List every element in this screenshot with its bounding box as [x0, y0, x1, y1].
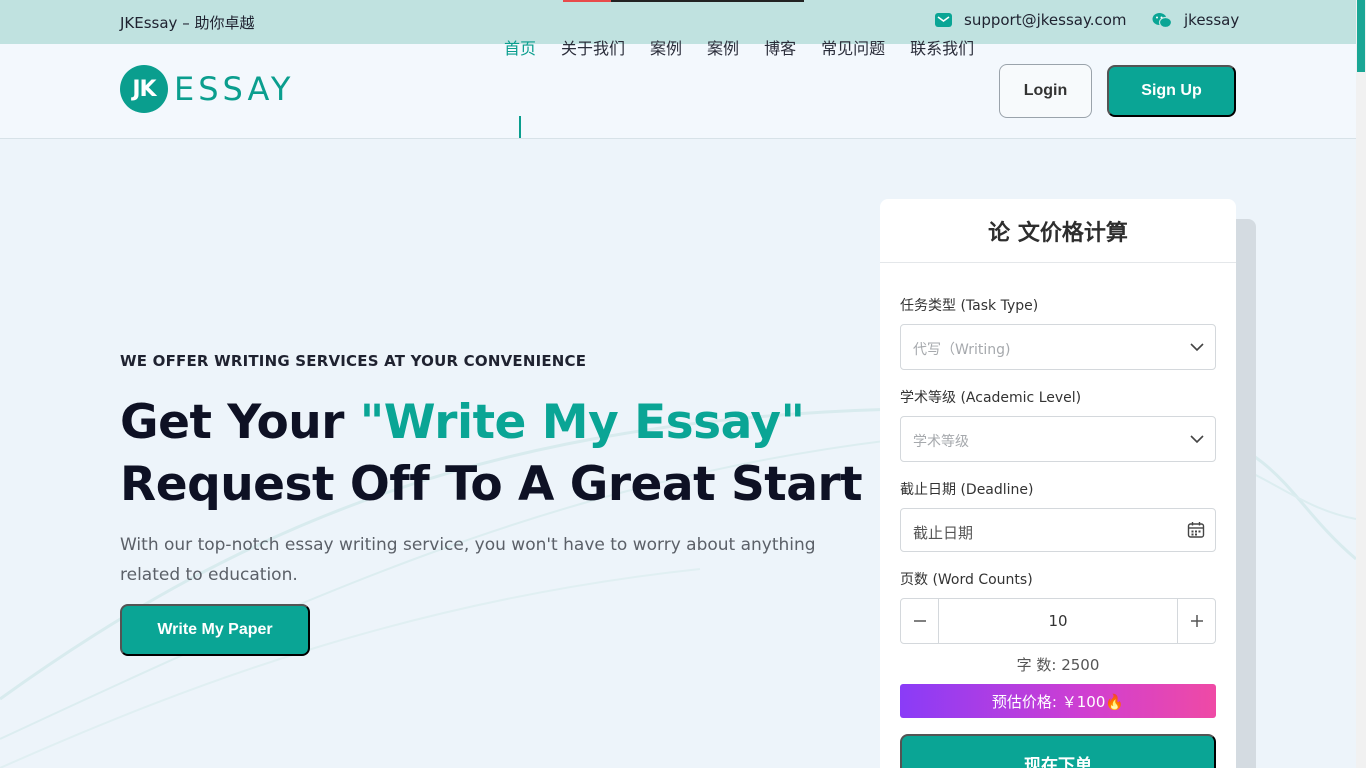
plus-icon	[1190, 615, 1203, 627]
calendar-icon	[1187, 522, 1205, 538]
pages-stepper: 10	[900, 598, 1216, 644]
hero-subtext: With our top-notch essay writing service…	[120, 535, 816, 585]
nav-cases-2[interactable]: 案例	[707, 35, 739, 59]
site-logo[interactable]: JK ESSAY	[120, 65, 294, 113]
wechat-link[interactable]: jkessay	[1152, 11, 1239, 29]
nav-blog[interactable]: 博客	[764, 35, 796, 59]
page-scrollbar[interactable]	[1356, 0, 1366, 768]
signup-button[interactable]: Sign Up	[1107, 65, 1236, 117]
logo-badge: JK	[120, 65, 168, 113]
deadline-placeholder: 截止日期	[913, 524, 974, 542]
pages-label: 页数 (Word Counts)	[900, 572, 1033, 588]
headline-part2: Request Off To A Great Start	[120, 457, 863, 512]
nav-home[interactable]: 首页	[504, 35, 536, 59]
chevron-down-icon	[1190, 343, 1204, 352]
headline-accent: "Write My Essay"	[359, 395, 805, 450]
price-calculator-card: 论 文价格计算 任务类型 (Task Type) 代写（Writing) 学术等…	[880, 199, 1236, 768]
main-nav: 首页 关于我们 案例 案例 博客 常见问题 联系我们	[504, 35, 999, 59]
nav-cases[interactable]: 案例	[650, 35, 682, 59]
increment-button[interactable]	[1177, 599, 1215, 643]
write-my-paper-button[interactable]: Write My Paper	[120, 604, 310, 656]
hero-eyebrow: WE OFFER WRITING SERVICES AT YOUR CONVEN…	[120, 352, 587, 370]
card-shadow	[1236, 219, 1256, 768]
pages-value[interactable]: 10	[939, 599, 1177, 643]
deadline-label: 截止日期 (Deadline)	[900, 482, 1034, 498]
scrollbar-thumb[interactable]	[1357, 0, 1365, 72]
wechat-icon	[1152, 12, 1172, 28]
academic-level-select[interactable]: 学术等级	[900, 416, 1216, 462]
headline-part1: Get Your	[120, 395, 360, 450]
top-tagline: JKEssay – 助你卓越	[120, 14, 255, 32]
nav-active-indicator	[519, 116, 521, 138]
nav-contact[interactable]: 联系我们	[910, 35, 974, 59]
task-type-placeholder: 代写（Writing)	[913, 342, 1011, 358]
nav-faq[interactable]: 常见问题	[821, 35, 885, 59]
estimated-price-bar: 预估价格: ￥100🔥	[900, 684, 1216, 718]
order-now-button[interactable]: 现在下单	[900, 734, 1216, 768]
task-type-select[interactable]: 代写（Writing)	[900, 324, 1216, 370]
hero-headline: Get Your "Write My Essay" Request Off To…	[120, 392, 863, 516]
academic-level-label: 学术等级 (Academic Level)	[900, 390, 1082, 406]
logo-word: ESSAY	[174, 70, 295, 108]
nav-about[interactable]: 关于我们	[561, 35, 625, 59]
chevron-down-icon	[1190, 435, 1204, 444]
academic-level-placeholder: 学术等级	[913, 434, 969, 450]
support-email: support@jkessay.com	[964, 11, 1127, 29]
progress-fill	[563, 0, 612, 2]
decrement-button[interactable]	[901, 599, 939, 643]
mail-icon	[935, 13, 952, 27]
support-email-link[interactable]: support@jkessay.com	[935, 11, 1127, 29]
minus-icon	[913, 620, 926, 622]
task-type-label: 任务类型 (Task Type)	[900, 298, 1039, 314]
word-count-text: 字 数: 2500	[1016, 656, 1100, 674]
page-load-progress	[563, 0, 804, 2]
deadline-input[interactable]: 截止日期	[900, 508, 1216, 552]
wechat-id: jkessay	[1184, 11, 1240, 29]
calculator-title: 论 文价格计算	[880, 199, 1236, 263]
login-button[interactable]: Login	[999, 64, 1092, 118]
